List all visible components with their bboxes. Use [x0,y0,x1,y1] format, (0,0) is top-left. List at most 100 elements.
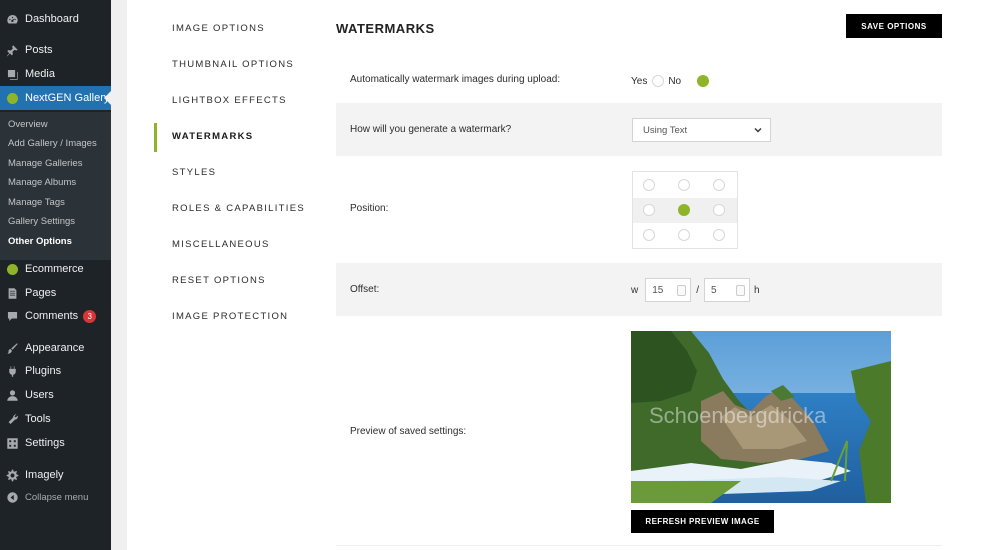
menu-plugins[interactable]: Plugins [0,359,111,383]
menu-media[interactable]: Media [0,62,111,86]
menu-users[interactable]: Users [0,383,111,407]
no-label: No [668,75,682,87]
admin-sidebar: Dashboard Posts Media NextGEN Gallery Ov… [0,0,111,550]
menu-label: Users [25,389,54,401]
menu-label: Dashboard [25,13,79,25]
auto-watermark-row: Automatically watermark images during up… [336,55,942,103]
brush-icon [6,342,19,355]
page-title: WATERMARKS [336,21,435,36]
user-icon [6,389,19,402]
offset-w-input[interactable]: 15 [645,278,692,302]
watermark-text: Schoenbergdricka [649,403,827,428]
yes-label: Yes [631,75,648,87]
chevron-down-icon [754,128,762,133]
offset-h-label: h [754,284,760,296]
position-top-center-radio[interactable] [678,179,690,191]
offset-h-input[interactable]: 5 [704,278,751,302]
tab-styles[interactable]: STYLES [172,167,216,178]
stepper-arrows-icon[interactable] [736,285,746,296]
gear-icon [6,469,19,482]
position-top-left-radio[interactable] [643,179,655,191]
auto-watermark-label: Automatically watermark images during up… [350,74,561,85]
offset-h-value: 5 [711,284,717,296]
position-label: Position: [350,203,389,214]
position-bottom-center-radio[interactable] [678,229,690,241]
nextgen-icon [6,263,19,276]
collapse-icon [6,491,19,504]
watermark-type-value: Using Text [643,124,688,136]
submenu-other-options[interactable]: Other Options [8,236,72,247]
submenu-overview[interactable]: Overview [8,119,48,130]
submenu-gallery-settings[interactable]: Gallery Settings [8,216,75,227]
position-grid [632,171,738,249]
refresh-preview-button[interactable]: REFRESH PREVIEW IMAGE [631,510,774,533]
tab-image-protection[interactable]: IMAGE PROTECTION [172,311,288,322]
menu-label: Ecommerce [25,263,84,275]
menu-pages[interactable]: Pages [0,281,111,305]
preview-label: Preview of saved settings: [350,426,467,437]
menu-imagely[interactable]: Imagely [0,463,111,487]
comment-icon [6,310,19,323]
tab-roles-capabilities[interactable]: ROLES & CAPABILITIES [172,203,305,214]
save-options-button[interactable]: SAVE OPTIONS [846,14,942,38]
menu-settings[interactable]: Settings [0,431,111,455]
menu-nextgen-gallery[interactable]: NextGEN Gallery [0,86,111,110]
collapse-label: Collapse menu [25,491,89,503]
offset-w-label: w [631,284,639,296]
auto-watermark-options: Yes No [631,75,710,87]
menu-dashboard[interactable]: Dashboard [0,7,111,31]
submenu-add-gallery[interactable]: Add Gallery / Images [8,138,97,149]
menu-posts[interactable]: Posts [0,38,111,62]
submenu-manage-galleries[interactable]: Manage Galleries [8,158,82,169]
settings-panel: IMAGE OPTIONS THUMBNAIL OPTIONS LIGHTBOX E… [127,0,1000,550]
position-middle-right-radio[interactable] [713,204,725,216]
yes-radio[interactable] [652,75,665,87]
tab-watermarks[interactable]: WATERMARKS [172,131,253,142]
menu-label: Appearance [25,342,85,354]
menu-appearance[interactable]: Appearance [0,336,111,360]
stepper-arrows-icon[interactable] [677,285,687,296]
tab-lightbox-effects[interactable]: LIGHTBOX EFFECTS [172,95,287,106]
menu-label: Media [25,68,55,80]
tab-reset-options[interactable]: RESET OPTIONS [172,275,266,286]
offset-row: Offset: w 15 / 5 h [336,263,942,316]
media-icon [6,68,19,81]
watermark-type-select[interactable]: Using Text [632,118,771,142]
menu-label: Settings [25,437,65,449]
menu-label: Posts [25,44,53,56]
menu-tools[interactable]: Tools [0,407,111,431]
wrench-icon [6,413,19,426]
collapse-menu-button[interactable]: Collapse menu [0,485,111,509]
position-middle-left-radio[interactable] [643,204,655,216]
page-icon [6,287,19,300]
menu-label: Pages [25,287,57,299]
position-bottom-right-radio[interactable] [713,229,725,241]
submenu-manage-tags[interactable]: Manage Tags [8,197,65,208]
generate-watermark-row: How will you generate a watermark? Using… [336,103,942,156]
tab-image-options[interactable]: IMAGE OPTIONS [172,23,265,34]
active-tab-indicator [154,123,157,152]
menu-label: Tools [25,413,51,425]
settings-icon [6,437,19,450]
tab-thumbnail-options[interactable]: THUMBNAIL OPTIONS [172,59,294,70]
position-bottom-left-radio[interactable] [643,229,655,241]
position-top-right-radio[interactable] [713,179,725,191]
tab-miscellaneous[interactable]: MISCELLANEOUS [172,239,270,250]
menu-label: NextGEN Gallery [25,92,110,104]
no-radio[interactable] [697,75,710,87]
submenu-manage-albums[interactable]: Manage Albums [8,177,76,188]
generate-watermark-label: How will you generate a watermark? [350,124,512,135]
menu-comments[interactable]: Comments 3 [0,304,111,328]
offset-label: Offset: [350,284,380,295]
preview-row: Preview of saved settings: Schoenbergdri… [336,316,942,546]
position-middle-center-radio[interactable] [678,204,690,216]
offset-controls: w 15 / 5 h [631,278,760,302]
nextgen-icon [6,92,19,105]
menu-ecommerce[interactable]: Ecommerce [0,257,111,281]
nextgen-submenu: Overview Add Gallery / Images Manage Gal… [0,112,111,260]
dashboard-icon [6,13,19,26]
offset-separator: / [696,284,700,296]
menu-label: Plugins [25,365,62,377]
comment-count-badge: 3 [83,309,97,323]
offset-w-value: 15 [652,284,664,296]
